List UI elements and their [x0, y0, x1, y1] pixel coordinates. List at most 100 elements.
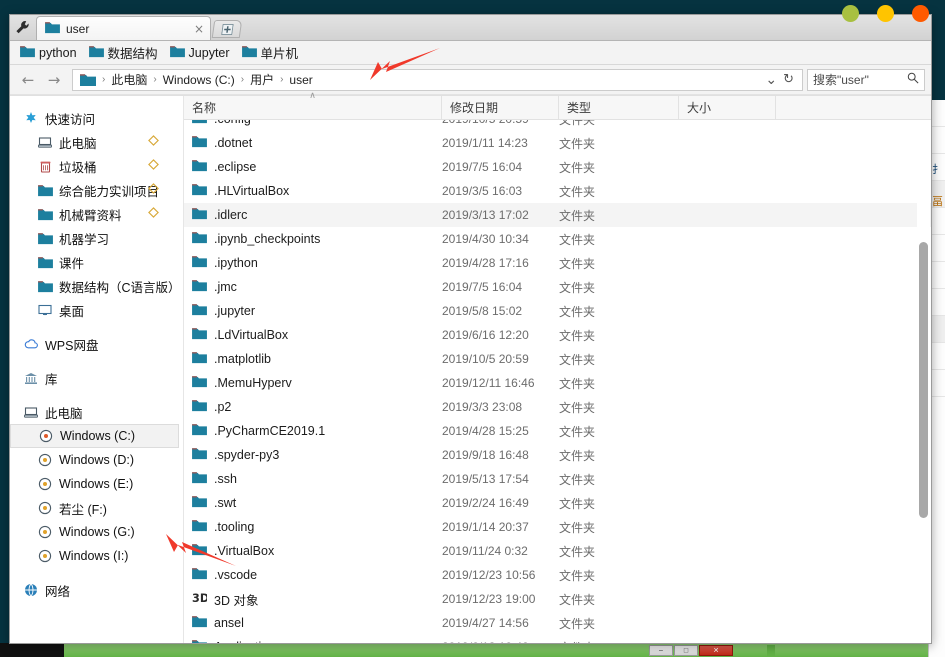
sidebar-item-network[interactable]: 网络 [10, 578, 183, 602]
bookmark-item[interactable]: 单片机 [238, 42, 303, 63]
table-row[interactable]: Application2019/6/13 10:40文件夹 [184, 635, 931, 643]
pin-icon[interactable] [148, 159, 159, 173]
pin-icon[interactable] [148, 135, 159, 149]
breadcrumb-item[interactable]: 用户 [247, 71, 277, 88]
sidebar-item-drive-c[interactable]: Windows (C:) [10, 424, 179, 448]
file-name-cell[interactable]: .p2 [184, 399, 442, 415]
file-name-cell[interactable]: .spyder-py3 [184, 447, 442, 463]
file-name-cell[interactable]: .HLVirtualBox [184, 183, 442, 199]
sidebar-item-this-pc-quick[interactable]: 此电脑 [10, 130, 183, 154]
background-window-controls[interactable]: – □ ✕ [649, 645, 733, 656]
breadcrumb-item[interactable]: Windows (C:) [160, 73, 238, 87]
traffic-light-orange[interactable] [912, 5, 929, 22]
traffic-light-yellow[interactable] [877, 5, 894, 22]
sidebar-item-desktop[interactable]: 桌面 [10, 298, 183, 322]
table-row[interactable]: .matplotlib2019/10/5 20:59文件夹 [184, 347, 931, 371]
sidebar-item-drive-f[interactable]: 若尘 (F:) [10, 496, 183, 520]
bookmark-item[interactable]: 数据结构 [85, 42, 162, 63]
table-row[interactable]: .idlerc2019/3/13 17:02文件夹 [184, 203, 931, 227]
pin-icon[interactable] [148, 207, 159, 221]
sidebar-item-drive-d[interactable]: Windows (D:) [10, 448, 183, 472]
traffic-light-green[interactable] [842, 5, 859, 22]
table-row[interactable]: 3D3D 对象2019/12/23 19:00文件夹 [184, 587, 931, 611]
scrollbar-thumb[interactable] [919, 242, 928, 518]
table-row[interactable]: .vscode2019/12/23 10:56文件夹 [184, 563, 931, 587]
bookmark-item[interactable]: python [16, 44, 81, 62]
sidebar-item-folder-1[interactable]: 综合能力实训项目 [10, 178, 183, 202]
forward-icon[interactable]: → [42, 69, 66, 91]
file-name-cell[interactable]: .eclipse [184, 159, 442, 175]
breadcrumb-item[interactable]: user [286, 73, 315, 87]
chevron-down-icon[interactable]: ⌄ [765, 72, 777, 88]
refresh-icon[interactable]: ↻ [783, 72, 794, 87]
sidebar-item-wps-cloud[interactable]: WPS网盘 [10, 332, 183, 356]
file-name-cell[interactable]: .vscode [184, 567, 442, 583]
breadcrumb-item[interactable]: 此电脑 [108, 71, 150, 88]
table-row[interactable]: .ipynb_checkpoints2019/4/30 10:34文件夹 [184, 227, 931, 251]
sidebar-item-folder-2[interactable]: 机械臂资料 [10, 202, 183, 226]
file-name-cell[interactable]: .MemuHyperv [184, 375, 442, 391]
table-row[interactable]: .MemuHyperv2019/12/11 16:46文件夹 [184, 371, 931, 395]
file-name-cell[interactable]: .ipynb_checkpoints [184, 231, 442, 247]
window-traffic-lights[interactable] [842, 5, 929, 22]
sidebar-item-libraries[interactable]: 库 [10, 366, 183, 390]
sidebar-item-folder-5[interactable]: 数据结构（C语言版） [10, 274, 183, 298]
file-name-cell[interactable]: .config [184, 120, 442, 127]
file-name-cell[interactable]: .tooling [184, 519, 442, 535]
file-name-cell[interactable]: .ipython [184, 255, 442, 271]
file-name-cell[interactable]: .dotnet [184, 135, 442, 151]
column-header-name[interactable]: 名称 ∧ [184, 96, 442, 120]
file-name-cell[interactable]: .jupyter [184, 303, 442, 319]
sidebar-item-recycle-bin[interactable]: 垃圾桶 [10, 154, 183, 178]
file-name-cell[interactable]: .VirtualBox [184, 543, 442, 559]
table-row[interactable]: .dotnet2019/1/11 14:23文件夹 [184, 131, 931, 155]
column-header-type[interactable]: 类型 [559, 96, 679, 120]
table-row[interactable]: .ssh2019/5/13 17:54文件夹 [184, 467, 931, 491]
table-row[interactable]: .jmc2019/7/5 16:04文件夹 [184, 275, 931, 299]
vertical-scrollbar[interactable] [917, 144, 930, 643]
tab-user[interactable]: user × [36, 16, 211, 40]
table-row[interactable]: .PyCharmCE2019.12019/4/28 15:25文件夹 [184, 419, 931, 443]
table-row[interactable]: .HLVirtualBox2019/3/5 16:03文件夹 [184, 179, 931, 203]
file-name-cell[interactable]: 3D3D 对象 [184, 590, 442, 609]
table-row[interactable]: .swt2019/2/24 16:49文件夹 [184, 491, 931, 515]
search-icon[interactable] [907, 72, 919, 87]
back-icon[interactable]: ← [16, 69, 40, 91]
table-row[interactable]: .config2019/10/5 20:59文件夹 [184, 120, 931, 131]
bookmark-item[interactable]: Jupyter [166, 44, 234, 62]
file-name-cell[interactable]: .idlerc [184, 207, 442, 223]
file-name-cell[interactable]: .swt [184, 495, 442, 511]
background-close-button[interactable]: ✕ [699, 645, 733, 656]
file-name-cell[interactable]: .matplotlib [184, 351, 442, 367]
column-header-size[interactable]: 大小 [679, 96, 776, 120]
close-icon[interactable]: × [192, 22, 206, 36]
background-minimize-button[interactable]: – [649, 645, 673, 656]
file-name-cell[interactable]: .ssh [184, 471, 442, 487]
table-row[interactable]: .ipython2019/4/28 17:16文件夹 [184, 251, 931, 275]
column-header-date[interactable]: 修改日期 [442, 96, 559, 120]
table-row[interactable]: ansel2019/4/27 14:56文件夹 [184, 611, 931, 635]
new-tab-button[interactable] [212, 20, 243, 38]
wrench-icon[interactable] [12, 17, 34, 39]
sidebar-item-folder-4[interactable]: 课件 [10, 250, 183, 274]
file-name-cell[interactable]: .PyCharmCE2019.1 [184, 423, 442, 439]
table-row[interactable]: .spyder-py32019/9/18 16:48文件夹 [184, 443, 931, 467]
table-row[interactable]: .eclipse2019/7/5 16:04文件夹 [184, 155, 931, 179]
file-name-cell[interactable]: .LdVirtualBox [184, 327, 442, 343]
sidebar-item-this-pc[interactable]: 此电脑 [10, 400, 183, 424]
address-breadcrumb-bar[interactable]: › 此电脑 › Windows (C:) › 用户 › user ⌄ ↻ [72, 69, 803, 91]
file-name-cell[interactable]: .jmc [184, 279, 442, 295]
sidebar-item-quick-access[interactable]: 快速访问 [10, 106, 183, 130]
table-row[interactable]: .VirtualBox2019/11/24 0:32文件夹 [184, 539, 931, 563]
table-row[interactable]: .tooling2019/1/14 20:37文件夹 [184, 515, 931, 539]
file-name-cell[interactable]: ansel [184, 615, 442, 631]
sidebar-item-drive-e[interactable]: Windows (E:) [10, 472, 183, 496]
search-input[interactable]: 搜索"user" [807, 69, 925, 91]
sidebar-item-folder-3[interactable]: 机器学习 [10, 226, 183, 250]
sidebar-item-drive-g[interactable]: Windows (G:) [10, 520, 183, 544]
table-row[interactable]: .p22019/3/3 23:08文件夹 [184, 395, 931, 419]
background-maximize-button[interactable]: □ [674, 645, 698, 656]
table-row[interactable]: .LdVirtualBox2019/6/16 12:20文件夹 [184, 323, 931, 347]
sidebar-item-drive-i[interactable]: Windows (I:) [10, 544, 183, 568]
table-row[interactable]: .jupyter2019/5/8 15:02文件夹 [184, 299, 931, 323]
